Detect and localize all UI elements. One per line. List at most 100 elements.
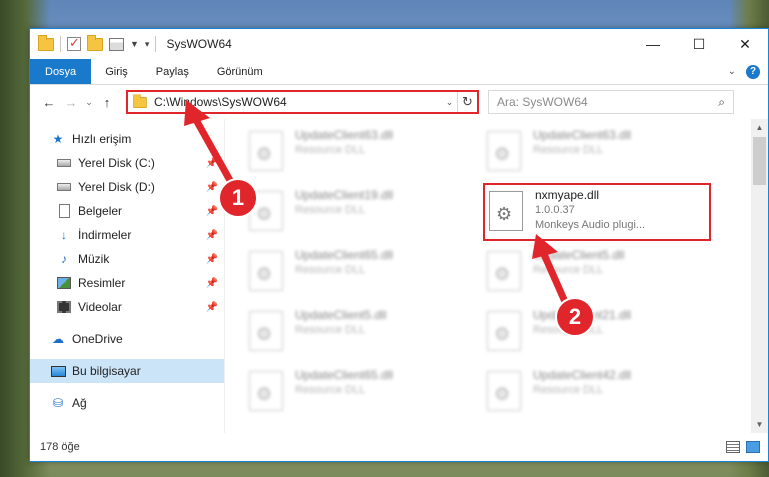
tab-share[interactable]: Paylaş — [142, 59, 203, 84]
file-description: Resource DLL — [533, 144, 604, 156]
file-name: UpdateClient5.dll — [295, 308, 387, 322]
disk-icon — [56, 156, 72, 170]
pin-icon[interactable]: 📌 — [206, 302, 218, 313]
sidebar-item-pictures[interactable]: Resimler 📌 — [30, 271, 224, 295]
explorer-window: ▼ ▾ SysWOW64 — ☐ ✕ Dosya Giriş Paylaş Gö… — [29, 28, 769, 462]
folder-icon — [38, 34, 54, 51]
back-arrow-icon[interactable]: ← — [38, 95, 60, 110]
scroll-down-arrow-icon[interactable]: ▼ — [751, 416, 768, 433]
large-icons-view-icon[interactable] — [746, 441, 760, 453]
refresh-icon[interactable]: ↻ — [457, 92, 477, 112]
dll-file-icon — [489, 191, 523, 231]
customize-toolbar-chevron-icon[interactable]: ▼ — [130, 39, 139, 49]
sidebar-item-downloads[interactable]: ↓ İndirmeler 📌 — [30, 223, 224, 247]
file-item[interactable]: UpdateClient65.dll Resource DLL — [249, 367, 487, 421]
file-item[interactable]: UpdateClient5.dll Resource DLL — [487, 247, 717, 301]
sidebar-item-local-disk-c[interactable]: Yerel Disk (C:) 📌 — [30, 151, 224, 175]
search-box[interactable]: Ara: SysWOW64 ⌕ — [488, 90, 734, 114]
callout-1: 1 — [218, 178, 258, 218]
file-name: nxmyape.dll — [535, 188, 600, 202]
sidebar-item-label: Resimler — [78, 276, 126, 290]
tab-file[interactable]: Dosya — [30, 59, 92, 84]
new-folder-icon[interactable] — [87, 34, 103, 51]
pin-icon[interactable]: 📌 — [206, 230, 218, 241]
download-icon: ↓ — [61, 228, 67, 242]
file-item-nxmyape[interactable]: nxmyape.dll 1.0.0.37 Monkeys Audio plugi..… — [483, 183, 711, 241]
dll-file-icon — [249, 311, 283, 351]
file-item[interactable]: UpdateClient63.dll Resource DLL — [249, 127, 487, 181]
sidebar-item-label: İndirmeler — [78, 228, 132, 242]
pin-icon[interactable]: 📌 — [206, 206, 218, 217]
dll-file-icon — [487, 131, 521, 171]
file-description: Resource DLL — [295, 324, 366, 336]
file-item[interactable]: UpdateClient19.dll Resource DLL — [249, 187, 487, 241]
dll-file-icon — [487, 251, 521, 291]
callout-2: 2 — [555, 297, 595, 337]
window-title: SysWOW64 — [166, 37, 232, 51]
view-switcher — [726, 441, 760, 453]
tab-view[interactable]: Görünüm — [203, 59, 277, 84]
pin-icon[interactable]: 📌 — [206, 254, 218, 265]
file-item[interactable]: UpdateClient63.dll Resource DLL — [487, 127, 717, 181]
file-name: UpdateClient65.dll — [295, 248, 394, 262]
sidebar-item-onedrive[interactable]: ☁ OneDrive — [30, 327, 224, 351]
sidebar-item-label: Hızlı erişim — [72, 132, 132, 146]
expand-ribbon-chevron-icon[interactable]: ⌄ — [728, 66, 736, 77]
file-name: UpdateClient63.dll — [295, 128, 394, 142]
navigation-pane: ★ Hızlı erişim Yerel Disk (C:) 📌 Yerel D… — [30, 119, 224, 433]
details-view-icon[interactable] — [726, 441, 740, 453]
search-input[interactable]: Ara: SysWOW64 — [497, 95, 588, 109]
sidebar-item-quick-access[interactable]: ★ Hızlı erişim — [30, 127, 224, 151]
file-item[interactable]: UpdateClient42.dll Resource DLL — [487, 367, 717, 421]
scroll-up-arrow-icon[interactable]: ▲ — [751, 119, 768, 136]
file-item[interactable]: UpdateClient21.dllResource DLL — [487, 307, 717, 361]
sidebar-item-documents[interactable]: Belgeler 📌 — [30, 199, 224, 223]
sidebar-item-videos[interactable]: Videolar 📌 — [30, 295, 224, 319]
properties-check-icon[interactable] — [67, 35, 81, 51]
file-name: UpdateClient65.dll — [295, 368, 394, 382]
scroll-thumb[interactable] — [753, 137, 766, 185]
maximize-button[interactable]: ☐ — [676, 29, 722, 59]
file-version: 1.0.0.37 — [535, 204, 575, 216]
forward-arrow-icon[interactable]: → — [60, 95, 82, 110]
sidebar-item-music[interactable]: ♪ Müzik 📌 — [30, 247, 224, 271]
sidebar-item-network[interactable]: ⛁ Ağ — [30, 391, 224, 415]
dll-file-icon — [249, 131, 283, 171]
sidebar-item-label: Bu bilgisayar — [72, 364, 141, 378]
sidebar-item-local-disk-d[interactable]: Yerel Disk (D:) 📌 — [30, 175, 224, 199]
help-icon[interactable]: ? — [746, 64, 760, 79]
file-item[interactable]: UpdateClient5.dll Resource DLL — [249, 307, 487, 361]
recent-locations-chevron-icon[interactable]: ⌄ — [82, 97, 96, 108]
pin-icon[interactable]: 📌 — [206, 158, 218, 169]
file-name: UpdateClient63.dll — [533, 128, 632, 142]
up-arrow-icon[interactable]: ↑ — [96, 95, 118, 110]
music-icon: ♪ — [61, 252, 67, 266]
address-dropdown-chevron-icon[interactable]: ⌄ — [441, 97, 457, 108]
minimize-button[interactable]: — — [630, 29, 676, 59]
cloud-icon: ☁ — [52, 332, 64, 346]
computer-icon — [50, 364, 66, 378]
disk-icon — [56, 180, 72, 194]
pin-icon[interactable]: 📌 — [206, 182, 218, 193]
sidebar-item-label: Müzik — [78, 252, 110, 266]
star-icon: ★ — [52, 132, 64, 146]
ribbon-tabs: Dosya Giriş Paylaş Görünüm ⌄ ? — [30, 59, 768, 85]
vertical-scrollbar[interactable]: ▲ ▼ — [751, 119, 768, 433]
file-description: Resource DLL — [295, 264, 366, 276]
quick-access-toolbar: ▼ ▾ — [38, 34, 157, 52]
properties-icon[interactable] — [109, 37, 124, 51]
dll-file-icon — [249, 371, 283, 411]
address-bar[interactable]: C:\Windows\SysWOW64 ⌄ ↻ — [126, 90, 479, 114]
search-icon[interactable]: ⌕ — [718, 95, 725, 110]
tab-home[interactable]: Giriş — [91, 59, 142, 84]
address-path[interactable]: C:\Windows\SysWOW64 — [154, 95, 287, 109]
sidebar-item-this-pc[interactable]: Bu bilgisayar — [30, 359, 224, 383]
pin-icon[interactable]: 📌 — [206, 278, 218, 289]
file-description: Monkeys Audio plugi... — [535, 219, 646, 231]
close-button[interactable]: ✕ — [722, 29, 768, 59]
toolbar-menu-icon[interactable]: ▾ — [145, 39, 150, 50]
sidebar-item-label: Yerel Disk (D:) — [78, 180, 155, 194]
file-item[interactable]: UpdateClient65.dll Resource DLL — [249, 247, 487, 301]
item-count: 178 öğe — [40, 441, 80, 453]
